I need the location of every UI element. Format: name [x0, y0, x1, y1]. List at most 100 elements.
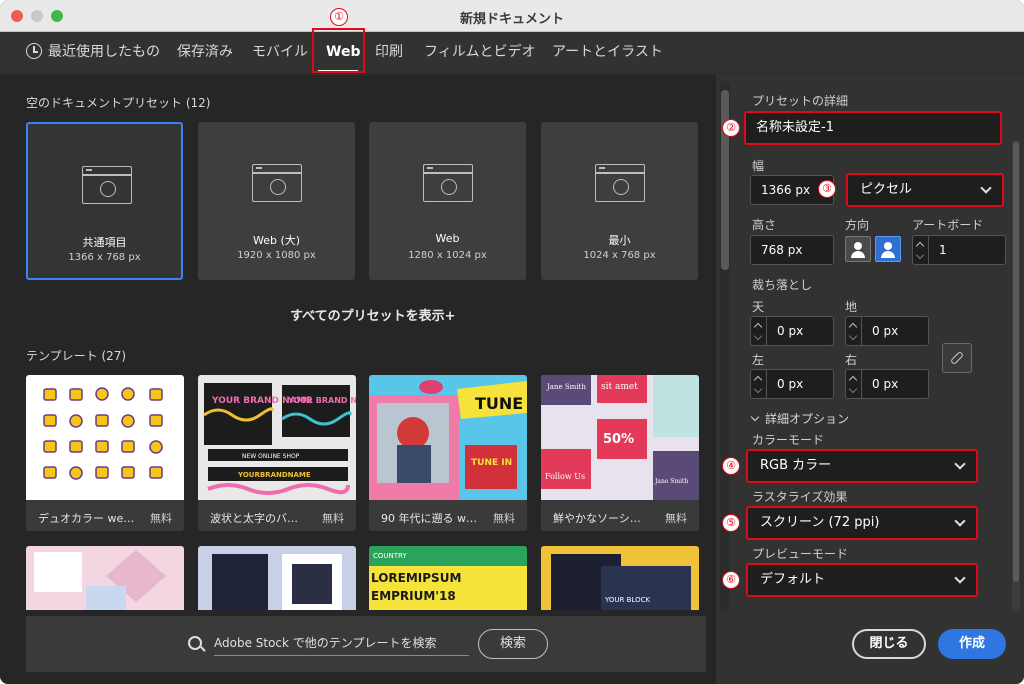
preset-details-heading: プリセットの詳細 [752, 94, 849, 108]
preset-card-common[interactable]: 共通項目 1366 x 768 px [26, 122, 183, 280]
annotation-marker-6: ⑥ [722, 571, 740, 589]
tab-print[interactable]: 印刷 [375, 32, 403, 74]
free-badge: 無料 [150, 512, 172, 525]
width-label: 幅 [752, 159, 765, 173]
advanced-options-toggle[interactable]: 詳細オプション [750, 410, 849, 427]
tab-art-illustration[interactable]: アートとイラスト [552, 32, 663, 74]
template-card-row2-4[interactable]: YOUR BLOCK [541, 546, 699, 610]
thumb-sit-text: sit amet [601, 382, 638, 392]
artboard-label: アートボード [912, 218, 984, 232]
bleed-left-stepper[interactable]: 0 px [750, 369, 834, 399]
clock-icon [26, 43, 42, 59]
thumb-percent-text: 50% [603, 432, 634, 447]
annotation-marker-3: ③ [818, 180, 836, 198]
bleed-bottom-stepper[interactable]: 0 px [845, 316, 929, 346]
thumb-emprium-text: EMPRIUM'18 [371, 589, 456, 603]
annotation-marker-5: ⑤ [722, 514, 740, 532]
template-card-duo-color[interactable]: デュオカラー web… 無料 [26, 375, 184, 531]
bleed-bottom-value: 0 px [872, 324, 899, 338]
stepper-down-icon [915, 250, 925, 260]
stepper-down-icon [753, 331, 763, 341]
bleed-right-value: 0 px [872, 377, 899, 391]
link-bleed-button[interactable] [942, 343, 972, 373]
stock-search-input[interactable]: Adobe Stock で他のテンプレートを検索 [214, 632, 469, 656]
details-scrollbar[interactable] [1012, 140, 1020, 610]
raster-effects-dropdown[interactable]: スクリーン (72 ppi) [746, 506, 978, 540]
thumb-name-text-2: Jane Smith [654, 478, 688, 485]
chevron-down-icon [750, 412, 760, 422]
bleed-left-label: 左 [752, 353, 765, 367]
tab-film-video[interactable]: フィルムとビデオ [424, 32, 535, 74]
thumb-lorem-text: LOREMIPSUM [371, 571, 461, 585]
annotation-marker-2: ② [722, 119, 740, 137]
template-card-row2-1[interactable] [26, 546, 184, 610]
height-label: 高さ [752, 218, 777, 232]
bleed-label: 裁ち落とし [752, 278, 813, 292]
document-name-input[interactable]: 名称未設定-1 [744, 111, 1002, 145]
preset-card-web-large[interactable]: Web (大) 1920 x 1080 px [198, 122, 355, 280]
templates-heading: テンプレート (27) [26, 349, 127, 363]
preview-mode-value: デフォルト [760, 572, 826, 587]
height-input[interactable]: 768 px [750, 235, 834, 265]
preset-card-minimum[interactable]: 最小 1024 x 768 px [541, 122, 698, 280]
preset-name: Web [435, 232, 460, 245]
presets-scrollbar[interactable] [720, 82, 730, 612]
template-card-vivid-social[interactable]: Jane Smith sit amet 50% Follow Us Jane S… [541, 375, 699, 531]
bleed-top-value: 0 px [777, 324, 804, 338]
landscape-icon [884, 242, 892, 250]
chevron-down-icon [954, 515, 966, 527]
bleed-right-stepper[interactable]: 0 px [845, 369, 929, 399]
color-mode-dropdown[interactable]: RGB カラー [746, 449, 978, 483]
scrollbar-thumb[interactable] [721, 90, 729, 270]
preset-name: 共通項目 [82, 236, 127, 249]
thumb-follow-text: Follow Us [545, 472, 585, 481]
tab-recent[interactable]: 最近使用したもの [26, 32, 160, 74]
stepper-arrows[interactable] [846, 370, 862, 398]
chevron-down-icon [980, 182, 992, 194]
stepper-up-icon [848, 322, 858, 332]
template-thumbnail: YOUR BRAND NAME YOUR BRAND NAME NEW ONLI… [198, 375, 356, 500]
template-card-wavy-banner[interactable]: YOUR BRAND NAME YOUR BRAND NAME NEW ONLI… [198, 375, 356, 531]
tab-mobile[interactable]: モバイル [252, 32, 308, 74]
artboard-stepper[interactable]: 1 [912, 235, 1006, 265]
stepper-up-icon [753, 322, 763, 332]
thumb-shop-text: NEW ONLINE SHOP [242, 453, 300, 460]
thumb-bottom-text: YOURBRANDNAME [237, 471, 311, 479]
template-thumbnail: COUNTRY LOREMIPSUM EMPRIUM'18 [369, 546, 527, 610]
landscape-icon-body [881, 251, 895, 258]
templates-count: (27) [101, 349, 127, 363]
stepper-up-icon [753, 375, 763, 385]
web-window-icon [82, 166, 132, 204]
title-bar: 新規ドキュメント [0, 0, 1024, 32]
stepper-arrows[interactable] [751, 370, 767, 398]
bleed-left-value: 0 px [777, 377, 804, 391]
unit-dropdown[interactable]: ピクセル [846, 173, 1004, 207]
stepper-arrows[interactable] [913, 236, 929, 264]
tab-saved[interactable]: 保存済み [177, 32, 233, 74]
stepper-arrows[interactable] [846, 317, 862, 345]
show-all-presets-link[interactable]: すべてのプリセットを表示+ [290, 305, 455, 324]
stock-search-bar: Adobe Stock で他のテンプレートを検索 検索 [26, 616, 706, 672]
preset-size: 1920 x 1080 px [237, 250, 316, 261]
chevron-down-icon [954, 458, 966, 470]
portrait-orientation-button[interactable] [845, 236, 871, 262]
close-button[interactable]: 閉じる [852, 629, 926, 659]
thumb-tune-in-text: TUNE IN [471, 458, 512, 468]
preset-card-web[interactable]: Web 1280 x 1024 px [369, 122, 526, 280]
create-button[interactable]: 作成 [938, 629, 1006, 659]
search-button[interactable]: 検索 [478, 629, 548, 659]
template-card-row2-2[interactable] [198, 546, 356, 610]
preset-name: 最小 [608, 234, 631, 247]
thumb-block-text: YOUR BLOCK [604, 596, 650, 604]
template-card-row2-3[interactable]: COUNTRY LOREMIPSUM EMPRIUM'18 [369, 546, 527, 610]
preview-mode-dropdown[interactable]: デフォルト [746, 563, 978, 597]
stepper-arrows[interactable] [751, 317, 767, 345]
template-thumbnail: TUNE TUNE IN [369, 375, 527, 500]
template-card-90s-web[interactable]: TUNE TUNE IN 90 年代に遡る web… 無料 [369, 375, 527, 531]
stepper-up-icon [848, 375, 858, 385]
stepper-down-icon [848, 384, 858, 394]
scrollbar-thumb[interactable] [1013, 142, 1019, 582]
web-window-icon [423, 164, 473, 202]
landscape-orientation-button[interactable] [875, 236, 901, 262]
bleed-top-stepper[interactable]: 0 px [750, 316, 834, 346]
